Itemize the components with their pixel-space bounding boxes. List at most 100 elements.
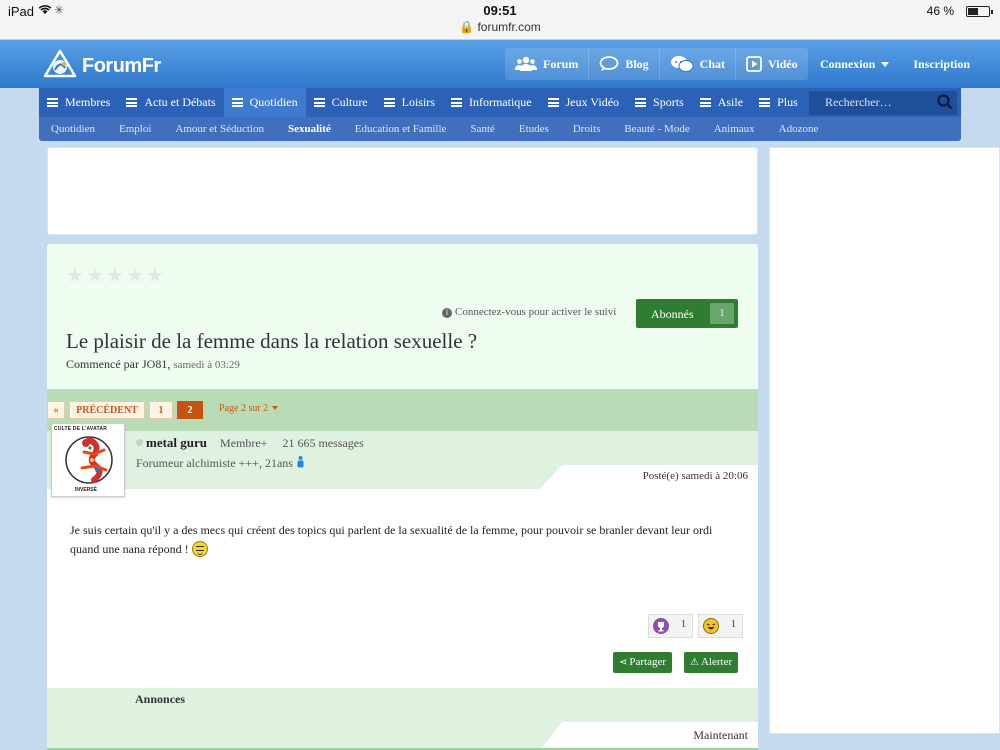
author-message-count: 21 665 messages xyxy=(282,436,364,450)
subcategory-sexualite[interactable]: Sexualité xyxy=(276,123,343,135)
category-plus[interactable]: Plus xyxy=(751,88,806,117)
star-icon[interactable]: ★ xyxy=(146,265,165,285)
author-title-text: Forumeur alchimiste +++, 21ans xyxy=(136,456,293,470)
category-actu[interactable]: Actu et Débats xyxy=(118,88,223,117)
search-input[interactable]: Rechercher… xyxy=(809,91,957,115)
ios-status-bar: iPad ✳ 09:51 🔒 forumfr.com 46 % xyxy=(0,0,1000,40)
star-icon[interactable]: ★ xyxy=(66,265,85,285)
follow-hint: i Connectez-vous pour activer le suivi xyxy=(442,306,616,318)
star-icon[interactable]: ★ xyxy=(126,265,145,285)
thread-container: ★ ★ ★ ★ ★ i Connectez-vous pour activer l… xyxy=(47,244,758,750)
subcategory-droits[interactable]: Droits xyxy=(561,123,613,135)
login-label: Connexion xyxy=(819,56,876,71)
category-sports[interactable]: Sports xyxy=(627,88,692,117)
rating-stars[interactable]: ★ ★ ★ ★ ★ xyxy=(66,265,165,285)
subcategory-etudes[interactable]: Etudes xyxy=(507,123,561,135)
male-icon xyxy=(297,456,304,468)
smiley-icon xyxy=(191,541,208,557)
category-label: Membres xyxy=(65,95,111,109)
url-text: forumfr.com xyxy=(477,20,541,34)
search-placeholder: Rechercher… xyxy=(825,95,892,109)
author-name[interactable]: metal guru xyxy=(146,435,207,450)
started-date: samedi à 03:29 xyxy=(173,359,240,371)
nav-blog[interactable]: Blog xyxy=(589,48,660,80)
started-by-user[interactable]: JO81 xyxy=(142,357,167,371)
speech-bubble-icon xyxy=(599,56,619,71)
menu-icon xyxy=(759,98,771,107)
sidebar-panel xyxy=(769,147,1000,734)
address-bar[interactable]: 🔒 forumfr.com xyxy=(0,20,1000,34)
register-label: Inscription xyxy=(913,56,970,71)
first-page-button[interactable]: « xyxy=(47,401,65,419)
subcategory-nav: Quotidien Emploi Amour et Séduction Sexu… xyxy=(39,117,961,141)
post-date[interactable]: Posté(e) samedi à 20:06 xyxy=(643,470,748,482)
laugh-icon xyxy=(703,618,719,634)
subcategory-education[interactable]: Education et Famille xyxy=(343,123,459,135)
trophy-icon xyxy=(653,618,669,634)
users-icon xyxy=(515,56,537,71)
register-button[interactable]: Inscription xyxy=(901,48,982,80)
nav-video[interactable]: Vidéo xyxy=(736,48,808,80)
alert-label: Alerter xyxy=(700,656,733,668)
category-nav: Membres Actu et Débats Quotidien Culture… xyxy=(39,88,961,117)
category-label: Actu et Débats xyxy=(144,95,216,109)
category-membres[interactable]: Membres xyxy=(39,88,118,117)
subcategory-sante[interactable]: Santé xyxy=(458,123,506,135)
category-loisirs[interactable]: Loisirs xyxy=(376,88,443,117)
page-2-button[interactable]: 2 xyxy=(177,401,203,419)
chat-icon xyxy=(670,56,694,72)
page-1-button[interactable]: 1 xyxy=(149,401,173,419)
menu-icon xyxy=(126,98,138,107)
top-nav: Forum Blog Chat Vidéo xyxy=(505,48,808,80)
category-asile[interactable]: Asile xyxy=(692,88,751,117)
account-nav: Connexion Inscription xyxy=(808,48,982,80)
category-jeux-video[interactable]: Jeux Vidéo xyxy=(540,88,627,117)
category-label: Culture xyxy=(331,95,368,109)
login-button[interactable]: Connexion xyxy=(808,48,901,80)
share-button[interactable]: ⋖ Partager xyxy=(613,652,673,673)
nav-forum-label: Forum xyxy=(543,56,579,71)
announcements-title: Annonces xyxy=(135,692,186,706)
subcategory-quotidien[interactable]: Quotidien xyxy=(39,123,107,135)
follow-hint-text: Connectez-vous pour activer le suivi xyxy=(455,306,617,318)
post-text: Je suis certain qu'il y a des mecs qui c… xyxy=(70,523,713,556)
clock: 09:51 xyxy=(483,3,517,18)
chevron-down-icon xyxy=(272,406,279,410)
avatar-caption-top: CULTE DE L'AVATAR xyxy=(54,426,108,432)
follow-label: Abonnés xyxy=(651,307,694,321)
subcategory-amour[interactable]: Amour et Séduction xyxy=(163,123,276,135)
category-label: Plus xyxy=(777,95,798,109)
page-info-text: Page 2 sur 2 xyxy=(219,403,269,414)
category-label: Jeux Vidéo xyxy=(565,95,620,109)
author-line: metal guru Membre+ 21 665 messages xyxy=(136,435,364,451)
star-icon[interactable]: ★ xyxy=(86,265,105,285)
category-culture[interactable]: Culture xyxy=(306,88,376,117)
category-informatique[interactable]: Informatique xyxy=(443,88,540,117)
gecko-avatar-icon xyxy=(65,436,113,484)
site-logo[interactable]: ForumFr xyxy=(42,46,162,82)
subcategory-beaute[interactable]: Beauté - Mode xyxy=(612,123,701,135)
previous-button[interactable]: PRÉCÉDENT xyxy=(69,401,145,419)
share-label: Partager xyxy=(629,656,667,668)
thread-meta: Commencé par JO81, samedi à 03:29 xyxy=(66,357,240,371)
menu-icon xyxy=(699,98,711,107)
nav-chat[interactable]: Chat xyxy=(660,48,737,80)
follow-button[interactable]: Abonnés 1 xyxy=(636,299,738,328)
thread-title: Le plaisir de la femme dans la relation … xyxy=(66,329,478,353)
reaction-laugh[interactable]: 1 xyxy=(698,614,743,638)
play-icon xyxy=(746,56,762,72)
subcategory-emploi[interactable]: Emploi xyxy=(107,123,163,135)
category-label: Loisirs xyxy=(401,95,435,109)
subcategory-adozone[interactable]: Adozone xyxy=(767,123,831,135)
page-jump[interactable]: Page 2 sur 2 xyxy=(219,403,279,414)
star-icon[interactable]: ★ xyxy=(106,265,125,285)
nav-forum[interactable]: Forum xyxy=(505,48,590,80)
subcategory-animaux[interactable]: Animaux xyxy=(702,123,767,135)
announcements: Annonces Maintenant xyxy=(47,688,758,750)
alert-button[interactable]: ⚠ Alerter xyxy=(684,652,739,673)
search-icon[interactable] xyxy=(937,94,953,110)
author-title: Forumeur alchimiste +++, 21ans xyxy=(136,456,305,471)
reaction-trophy[interactable]: 1 xyxy=(648,614,693,638)
category-quotidien[interactable]: Quotidien xyxy=(223,88,306,117)
avatar[interactable]: CULTE DE L'AVATAR INVERSÉ xyxy=(51,423,125,497)
